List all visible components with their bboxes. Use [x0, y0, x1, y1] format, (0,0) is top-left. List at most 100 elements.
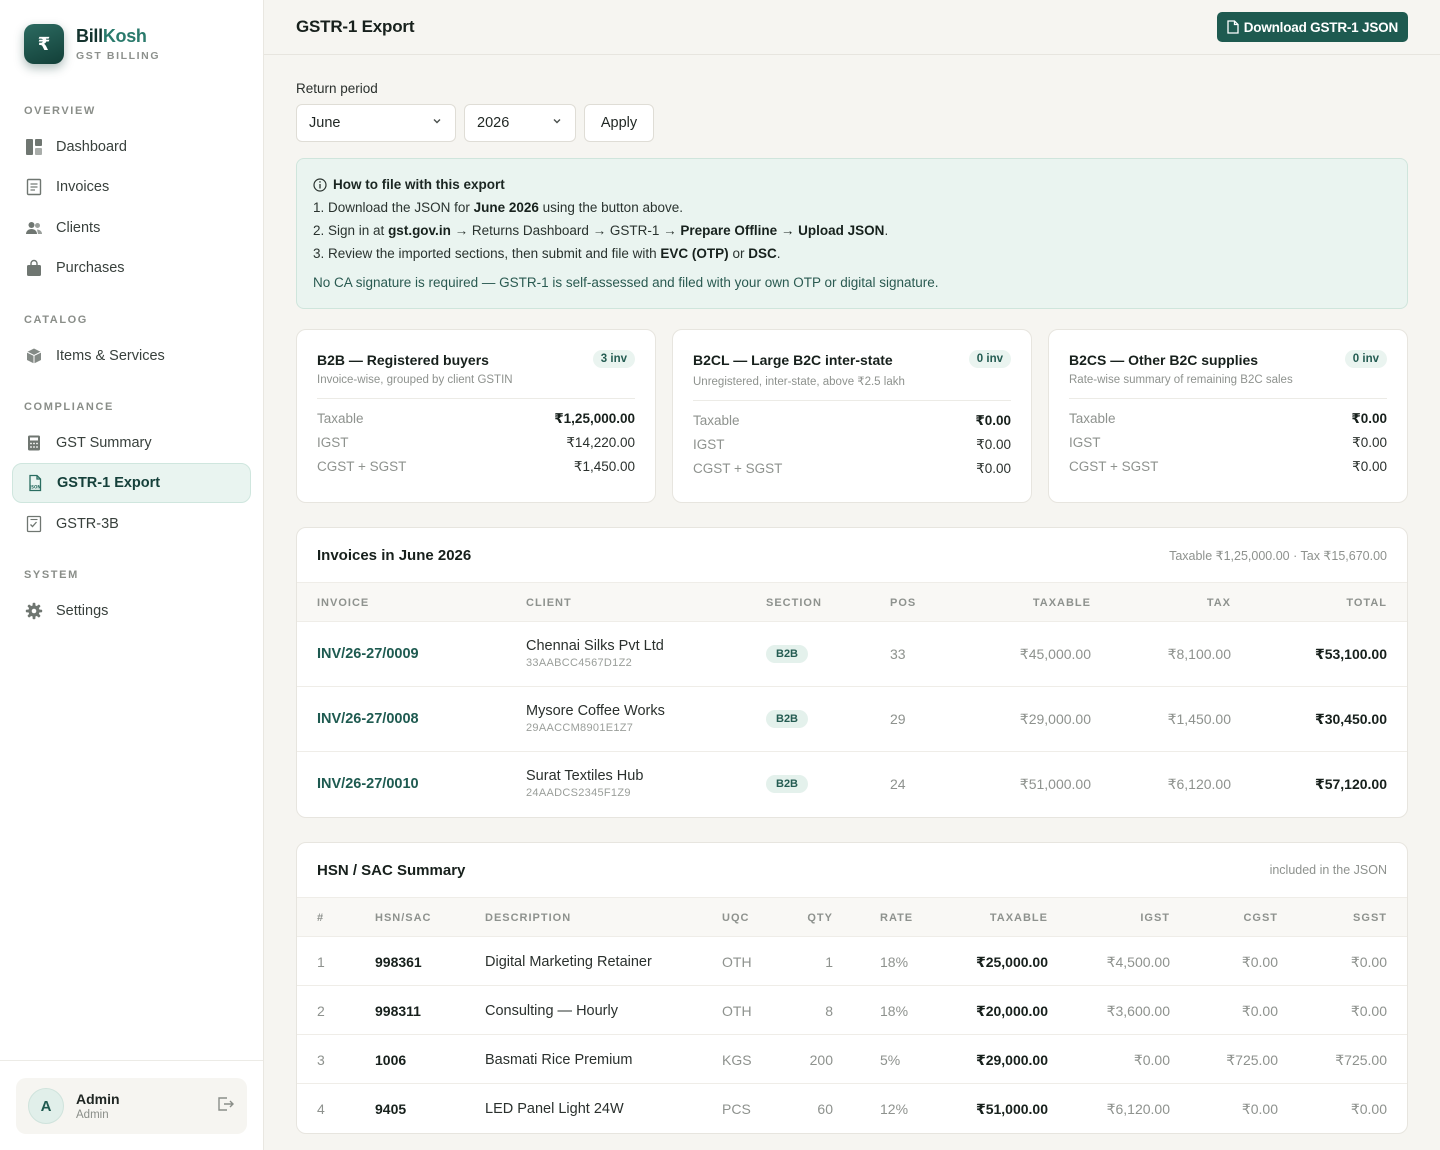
bag-icon — [24, 258, 44, 278]
qty-cell: 1 — [825, 954, 833, 970]
cgst-sgst-row: CGST + SGST ₹0.00 — [693, 461, 1011, 476]
sidebar-item-settings[interactable]: Settings — [12, 591, 251, 631]
igst-cell: ₹0.00 — [1133, 1052, 1170, 1068]
table-row: 1 998361 Digital Marketing Retainer OTH 1 18%… — [297, 937, 1407, 986]
pos-cell: 29 — [890, 711, 906, 727]
hsn-code: 998311 — [375, 1003, 421, 1019]
sidebar-item-dashboard[interactable]: Dashboard — [12, 127, 251, 167]
invoice-number-link[interactable]: INV/26-27/0009 — [317, 646, 419, 662]
gear-icon — [24, 601, 44, 621]
file-download-icon — [1227, 20, 1239, 34]
client-cell: Chennai Silks Pvt Ltd 33AABCC4567D1Z2 — [526, 638, 664, 669]
sidebar-item-clients[interactable]: Clients — [12, 208, 251, 248]
pos-cell: 33 — [890, 646, 906, 662]
sidebar-divider — [0, 1060, 263, 1061]
taxable-row: Taxable ₹0.00 — [693, 413, 1011, 428]
svg-text:JSON: JSON — [29, 485, 41, 490]
info-title: How to file with this export — [333, 177, 505, 192]
row-number: 1 — [317, 954, 325, 970]
sidebar-item-gstr1-export[interactable]: JSON GSTR-1 Export — [12, 463, 251, 503]
sidebar-item-gstr3b[interactable]: GSTR-3B — [12, 504, 251, 544]
user-card[interactable]: A Admin Admin — [16, 1078, 247, 1134]
uqc-cell: OTH — [722, 954, 752, 970]
section-badge: B2B — [766, 710, 809, 728]
table-row[interactable]: INV/26-27/0008 Mysore Coffee Works 29AACCM… — [297, 687, 1407, 752]
hsn-code: 998361 — [375, 954, 422, 970]
logout-icon[interactable] — [215, 1094, 235, 1119]
nav-section-system: SYSTEM — [24, 569, 79, 581]
taxable-row: Taxable ₹0.00 — [1069, 411, 1387, 426]
row-number: 3 — [317, 1052, 325, 1068]
brand[interactable]: ₹ BillKosh GST BILLING — [24, 24, 160, 64]
taxable-cell: ₹25,000.00 — [975, 954, 1048, 970]
taxable-cell: ₹51,000.00 — [975, 1101, 1048, 1117]
client-cell: Surat Textiles Hub 24AADCS2345F1Z9 — [526, 768, 643, 799]
b2cs-summary-card: B2CS — Other B2C supplies Rate-wise summ… — [1048, 329, 1408, 503]
invoice-number-link[interactable]: INV/26-27/0010 — [317, 776, 419, 792]
sgst-cell: ₹0.00 — [1350, 954, 1387, 970]
filing-instructions: How to file with this export 1. Download… — [296, 158, 1408, 309]
sidebar-item-label: GSTR-3B — [56, 516, 119, 532]
sgst-cell: ₹0.00 — [1350, 1101, 1387, 1117]
users-icon — [24, 218, 44, 238]
invoice-count-badge: 0 inv — [1344, 350, 1387, 368]
table-row[interactable]: INV/26-27/0010 Surat Textiles Hub 24AADCS2… — [297, 752, 1407, 817]
month-select[interactable]: June — [296, 104, 456, 142]
table-header: INVOICE CLIENT SECTION POS TAXABLE TAX T… — [297, 582, 1407, 622]
nav-section-compliance: COMPLIANCE — [24, 401, 114, 413]
apply-button[interactable]: Apply — [584, 104, 654, 142]
year-select[interactable]: 2026 — [464, 104, 576, 142]
taxable-cell: ₹51,000.00 — [1019, 776, 1091, 792]
qty-cell: 200 — [809, 1052, 833, 1068]
igst-row: IGST ₹0.00 — [693, 437, 1011, 452]
igst-row: IGST ₹0.00 — [1069, 435, 1387, 450]
sidebar-item-label: Settings — [56, 603, 109, 619]
hsn-description: LED Panel Light 24W — [485, 1101, 624, 1117]
sidebar-item-label: GSTR-1 Export — [57, 475, 161, 491]
b2b-summary-card: B2B — Registered buyers Invoice-wise, gr… — [296, 329, 656, 503]
tax-cell: ₹8,100.00 — [1167, 646, 1231, 662]
client-name: Mysore Coffee Works — [526, 703, 665, 719]
info-step-3: 3. Review the imported sections, then su… — [313, 246, 781, 261]
hsn-code: 1006 — [375, 1052, 407, 1068]
qty-cell: 60 — [817, 1101, 833, 1117]
page-title: GSTR-1 Export — [296, 17, 415, 36]
rate-cell: 5% — [880, 1052, 901, 1068]
table-row[interactable]: INV/26-27/0009 Chennai Silks Pvt Ltd 33AAB… — [297, 622, 1407, 687]
info-step-1: 1. Download the JSON for June 2026 using… — [313, 200, 683, 215]
client-gstin: 29AACCM8901E1Z7 — [526, 722, 634, 734]
sidebar-item-gst-summary[interactable]: GST Summary — [12, 423, 251, 463]
hsn-title: HSN / SAC Summary — [317, 861, 466, 879]
qty-cell: 8 — [825, 1003, 833, 1019]
client-gstin: 24AADCS2345F1Z9 — [526, 787, 631, 799]
month-select-value: June — [309, 115, 341, 131]
sidebar-item-label: Items & Services — [56, 348, 165, 364]
card-subtitle: Invoice-wise, grouped by client GSTIN — [317, 374, 513, 386]
sidebar-item-purchases[interactable]: Purchases — [12, 248, 251, 288]
table-header: # HSN/SAC DESCRIPTION UQC QTY RATE TAXAB… — [297, 897, 1407, 937]
download-json-button[interactable]: Download GSTR-1 JSON — [1216, 12, 1408, 42]
card-title: B2CS — Other B2C supplies — [1069, 352, 1259, 368]
b2cl-summary-card: B2CL — Large B2C inter-state Unregistere… — [672, 329, 1032, 503]
sidebar-item-items-services[interactable]: Items & Services — [12, 336, 251, 376]
uqc-cell: OTH — [722, 1003, 752, 1019]
total-cell: ₹53,100.00 — [1314, 646, 1387, 662]
cgst-sgst-row: CGST + SGST ₹1,450.00 — [317, 459, 635, 474]
pos-cell: 24 — [890, 776, 906, 792]
taxable-cell: ₹45,000.00 — [1019, 646, 1091, 662]
igst-cell: ₹4,500.00 — [1106, 954, 1170, 970]
sidebar-item-label: Invoices — [56, 179, 110, 195]
top-bar: GSTR-1 Export Download GSTR-1 JSON — [264, 0, 1440, 55]
invoice-number-link[interactable]: INV/26-27/0008 — [317, 711, 419, 727]
invoices-table: Invoices in June 2026 Taxable ₹1,25,000.… — [296, 527, 1408, 818]
cgst-sgst-row: CGST + SGST ₹0.00 — [1069, 459, 1387, 474]
sidebar-item-invoices[interactable]: Invoices — [12, 167, 251, 207]
info-step-2: 2. Sign in at gst.gov.in → Returns Dashb… — [313, 223, 889, 238]
info-note: No CA signature is required — GSTR-1 is … — [313, 275, 939, 290]
card-subtitle: Rate-wise summary of remaining B2C sales — [1069, 374, 1293, 386]
table-row: 2 998311 Consulting — Hourly OTH 8 18% ₹20,000… — [297, 986, 1407, 1035]
taxable-cell: ₹29,000.00 — [1019, 711, 1091, 727]
row-number: 2 — [317, 1003, 325, 1019]
rupee-logo-icon: ₹ — [24, 24, 64, 64]
sidebar-item-label: Dashboard — [56, 139, 127, 155]
